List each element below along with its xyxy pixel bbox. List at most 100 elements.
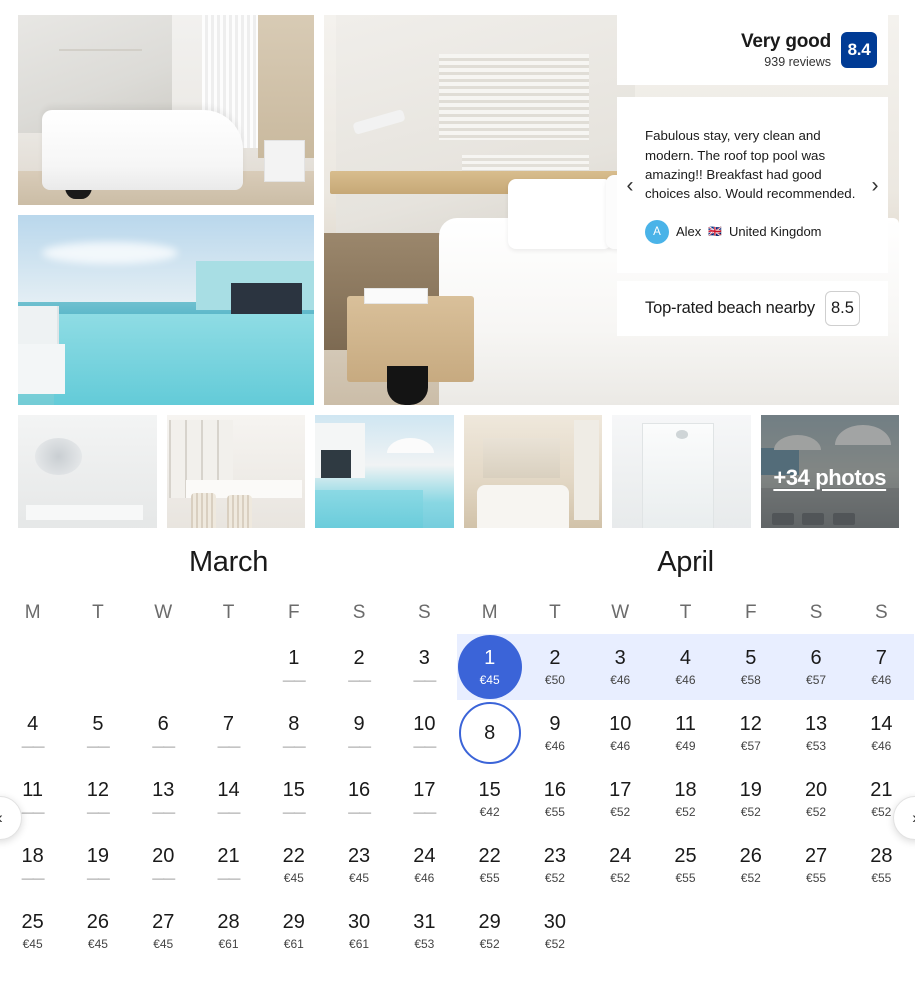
decor-curtain [201,15,261,148]
calendar-day-cell[interactable]: 25 €45 [0,898,65,964]
calendar-day-cell[interactable]: 8 —— [261,700,326,766]
decor-desk [263,140,306,183]
calendar-day-cell[interactable]: 27 €45 [131,898,196,964]
thumbnail-terrace-dining[interactable] [166,415,305,540]
more-photos-button[interactable]: +34 photos [760,415,899,540]
calendar-day-cell[interactable]: 16 €55 [522,766,587,832]
calendar-day-cell[interactable]: 21 —— [196,832,261,898]
calendar-day-cell[interactable]: 26 €52 [718,832,783,898]
calendar-day-cell[interactable]: 6 €57 [783,634,848,700]
calendar-day-cell[interactable]: 23 €52 [522,832,587,898]
calendar-day-price: €46 [414,871,435,885]
calendar-day-cell[interactable]: 28 €61 [196,898,261,964]
calendar-day-number: 23 [543,845,567,867]
calendar-day-number: 29 [478,911,501,933]
calendar-day-cell[interactable]: 5 —— [65,700,130,766]
calendar-day-number: 25 [21,911,44,933]
calendar-day-cell[interactable]: 12 €57 [718,700,783,766]
calendar-day-cell[interactable]: 29 €52 [457,898,522,964]
calendar-day-cell[interactable]: 15 €42 [457,766,522,832]
thumbnail-rooftop-deck[interactable]: +34 photos [760,415,899,540]
calendar-day-cell[interactable]: 2 €50 [522,634,587,700]
calendar-day-cell[interactable]: 1 €45 [457,634,522,700]
calendar-day-cell[interactable]: 22 €45 [261,832,326,898]
calendar-day-cell[interactable]: 14 —— [196,766,261,832]
rating-card[interactable]: Very good 939 reviews 8.4 [617,15,888,85]
calendar-day-number: 9 [353,713,365,735]
calendar-day-cell[interactable]: 30 €61 [326,898,391,964]
calendar-day-cell[interactable]: 23 €45 [326,832,391,898]
calendar-day-price: €52 [610,871,631,885]
decor-headboard [482,437,561,478]
calendar-day-cell[interactable]: 16 —— [326,766,391,832]
gallery-photo-hotel-room-interior[interactable] [18,15,314,205]
calendar-day-cell[interactable]: 19 €52 [718,766,783,832]
calendar-day-price: €57 [806,673,827,687]
calendar-day-number: 8 [288,713,300,735]
calendar-day-cell[interactable]: 27 €55 [783,832,848,898]
calendar-day-cell[interactable]: 9 €46 [522,700,587,766]
calendar-day-cell[interactable]: 17 €52 [588,766,653,832]
rating-title: Very good [740,30,831,52]
calendar-day-cell[interactable]: 19 —— [65,832,130,898]
calendar-day-cell[interactable]: 18 €52 [653,766,718,832]
calendar-day-number: 26 [739,845,762,867]
calendar-weeks: 1 €45 2 €50 3 €46 4 €46 5 €58 6 €57 7 €46 8 9 €46 10 €46 11… [457,634,914,964]
calendar-day-cell[interactable]: 17 —— [392,766,457,832]
review-prev-icon[interactable]: ‹ [617,175,643,196]
calendar-day-cell[interactable]: 18 —— [0,832,65,898]
calendar-day-cell[interactable]: 3 €46 [588,634,653,700]
calendar-day-cell[interactable]: 22 €55 [457,832,522,898]
calendar-day-price: €45 [283,871,304,885]
gallery-photo-rooftop-infinity-pool[interactable] [18,215,314,405]
calendar-day-cell[interactable]: 6 —— [131,700,196,766]
gallery-photo-hero-bedroom[interactable]: Very good 939 reviews 8.4 ‹ Fabulous sta… [324,15,899,405]
review-author-name: Alex [676,224,702,240]
calendar-day-cell[interactable]: 13 —— [131,766,196,832]
calendar-day-cell[interactable]: 26 €45 [65,898,130,964]
calendar-day-cell[interactable]: 28 €55 [849,832,914,898]
calendar-day-number: 10 [609,713,632,735]
rating-score-badge: 8.4 [841,32,877,68]
review-next-icon[interactable]: › [862,175,888,196]
beach-card[interactable]: Top-rated beach nearby 8.5 [617,281,888,336]
calendar-day-cell[interactable]: 10 €46 [588,700,653,766]
calendar-day-cell[interactable]: 10 —— [392,700,457,766]
calendar-day-cell[interactable]: 4 €46 [653,634,718,700]
calendar-week-row: 1 —— 2 —— 3 —— [0,634,457,700]
calendar-day-cell[interactable]: 5 €58 [718,634,783,700]
calendar-day-cell[interactable]: 14 €46 [849,700,914,766]
calendar-day-cell[interactable]: 1 —— [261,634,326,700]
calendar-day-cell[interactable]: 29 €61 [261,898,326,964]
calendar-day-cell[interactable]: 11 €49 [653,700,718,766]
calendar-day-price: €46 [544,739,565,753]
calendar-day-cell[interactable]: 24 €46 [392,832,457,898]
calendar-day-cell[interactable]: 9 —— [326,700,391,766]
calendar-day-cell[interactable]: 24 €52 [588,832,653,898]
calendar-day-cell[interactable]: 31 €53 [392,898,457,964]
calendar-day-cell[interactable]: 7 €46 [849,634,914,700]
calendar-day-cell[interactable]: 13 €53 [783,700,848,766]
calendar-day-number: 25 [674,845,697,867]
calendar-day-cell[interactable]: 4 —— [0,700,65,766]
weekday-label: S [875,602,888,623]
calendar-day-price: €52 [544,937,565,951]
thumbnail-poolside-loungers[interactable] [315,415,454,540]
calendar-day-price: €45 [153,937,174,951]
calendar-day-price: €55 [871,871,892,885]
calendar-day-cell[interactable]: 25 €55 [653,832,718,898]
calendar-day-cell[interactable]: 3 —— [392,634,457,700]
calendar-day-price: €46 [610,739,631,753]
calendar-day-cell[interactable]: 15 —— [261,766,326,832]
thumbnail-bedroom[interactable] [463,415,602,540]
calendar-day-cell[interactable]: 2 —— [326,634,391,700]
calendar-day-number: 11 [22,779,44,801]
calendar-day-cell[interactable]: 7 —— [196,700,261,766]
calendar-day-cell[interactable]: 20 —— [131,832,196,898]
calendar-day-cell[interactable]: 20 €52 [783,766,848,832]
calendar-day-cell[interactable]: 30 €52 [522,898,587,964]
thumbnail-shower[interactable] [612,415,751,540]
thumbnail-bathroom[interactable] [18,415,157,540]
calendar-day-cell[interactable]: 8 [457,700,522,766]
calendar-day-cell[interactable]: 12 —— [65,766,130,832]
